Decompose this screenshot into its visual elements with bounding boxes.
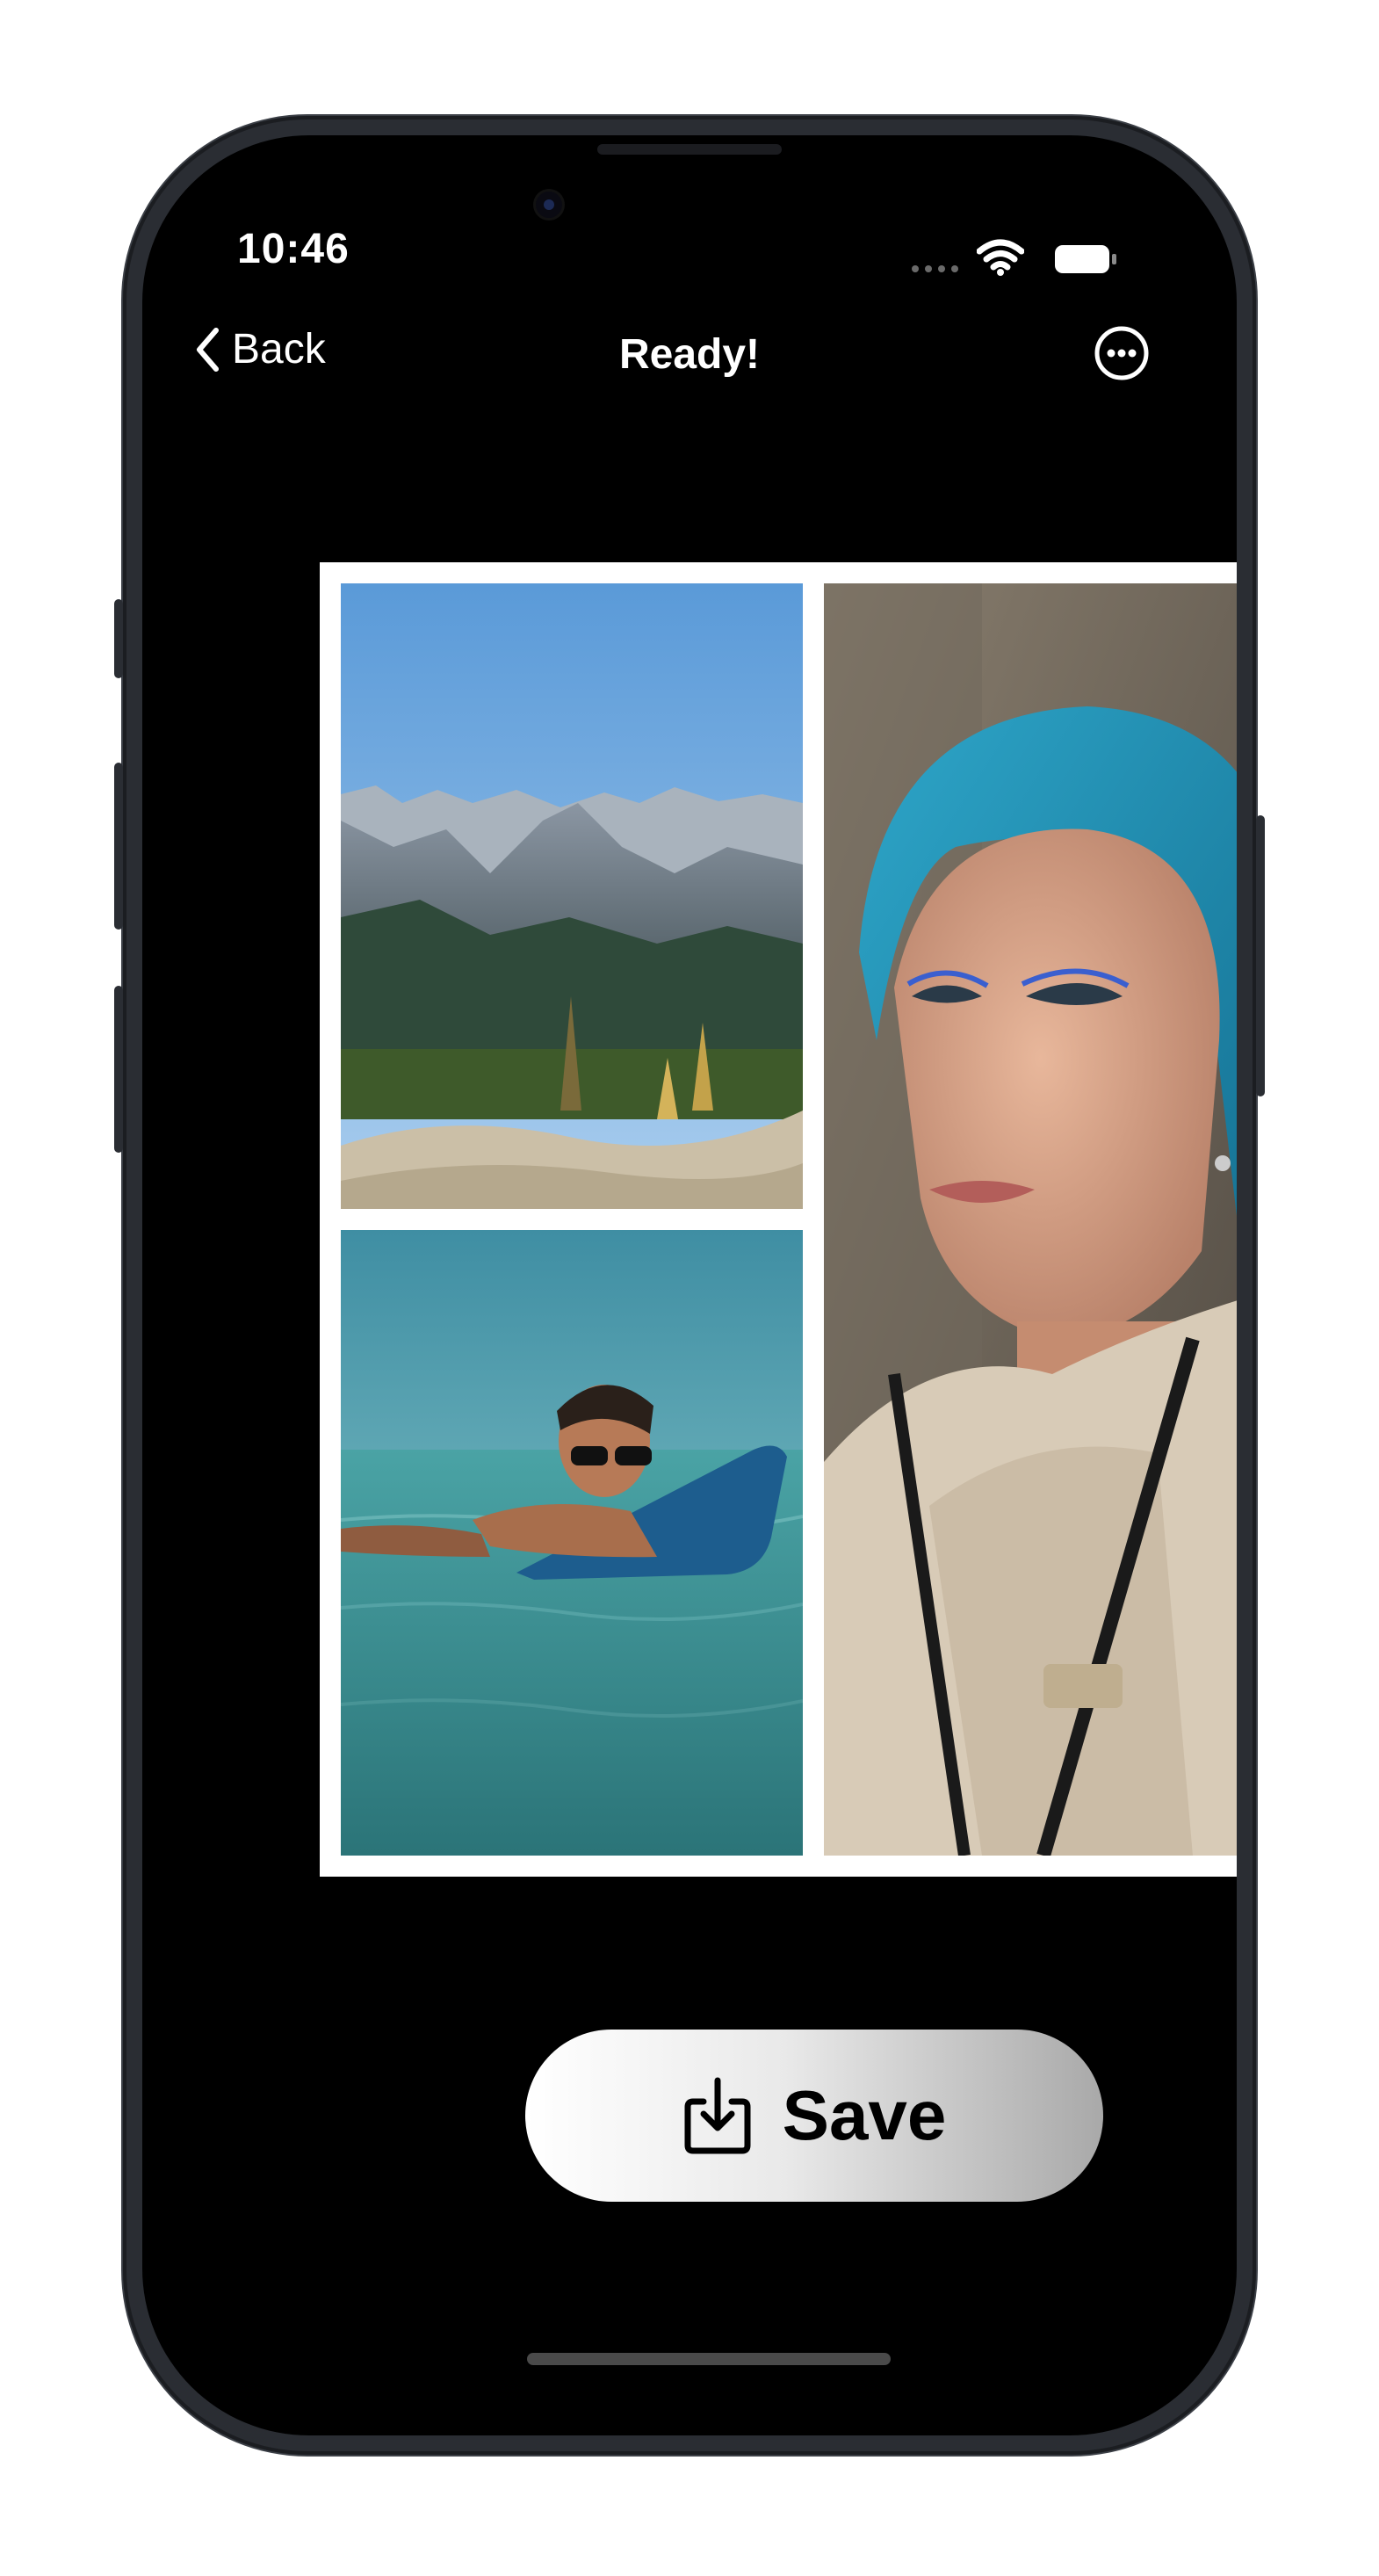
save-button[interactable]: Save (525, 2030, 1103, 2202)
collage-photo-portrait[interactable] (824, 583, 1237, 1856)
power-button (1256, 815, 1265, 1096)
save-label: Save (782, 2076, 947, 2154)
home-indicator[interactable] (527, 2353, 891, 2365)
collage-photo-surfer[interactable] (341, 1230, 803, 1856)
more-options-button[interactable] (1094, 325, 1150, 386)
ellipsis-circle-icon (1094, 326, 1149, 380)
speaker (597, 144, 782, 155)
cellular-signal-icon (912, 265, 958, 272)
page-title: Ready! (618, 331, 761, 378)
volume-up-button (114, 763, 123, 930)
download-icon (684, 2077, 751, 2154)
screen: 10:46 Back Ready! Save (142, 135, 1237, 2435)
front-camera (536, 192, 562, 218)
battery-icon (1054, 244, 1117, 279)
photo-collage[interactable] (320, 562, 1237, 1877)
mute-switch (114, 599, 123, 678)
phone-frame: 10:46 Back Ready! Save (114, 116, 1265, 2455)
status-time: 10:46 (237, 226, 350, 272)
wifi-icon (976, 239, 1025, 280)
volume-down-button (114, 986, 123, 1153)
collage-photo-mountains[interactable] (341, 583, 803, 1209)
